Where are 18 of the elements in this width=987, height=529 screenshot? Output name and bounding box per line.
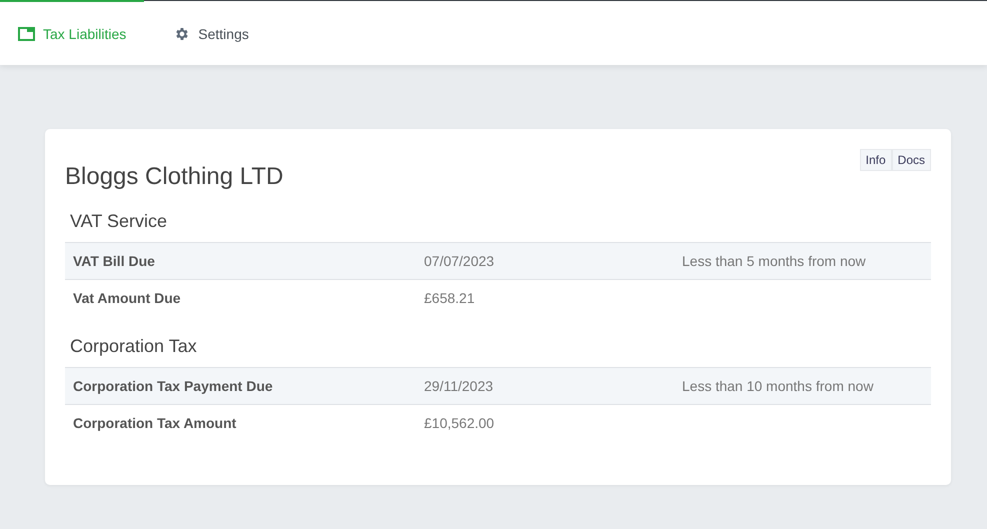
section-title: VAT Service [70,211,168,232]
nav-tab[interactable]: Settings [156,0,267,65]
row-label: Corporation Tax Amount [73,415,238,431]
row-label: Vat Amount Due [73,290,182,306]
row-value: 07/07/2023 [424,253,496,269]
window-icon [18,26,35,40]
row-note: Less than 10 months from now [682,378,874,394]
row-value: £658.21 [424,290,476,306]
row-value: £10,562.00 [424,415,496,431]
section-title: Corporation Tax [70,336,198,357]
header-button[interactable]: Docs [892,149,931,171]
row-label: VAT Bill Due [73,253,156,269]
header-button[interactable]: Info [860,149,892,171]
row-label: Corporation Tax Payment Due [73,378,274,394]
company-title: Bloggs Clothing LTD [65,163,284,191]
row-note: Less than 5 months from now [682,253,867,269]
row-value: 29/11/2023 [424,378,494,394]
settings-icon [174,26,190,42]
